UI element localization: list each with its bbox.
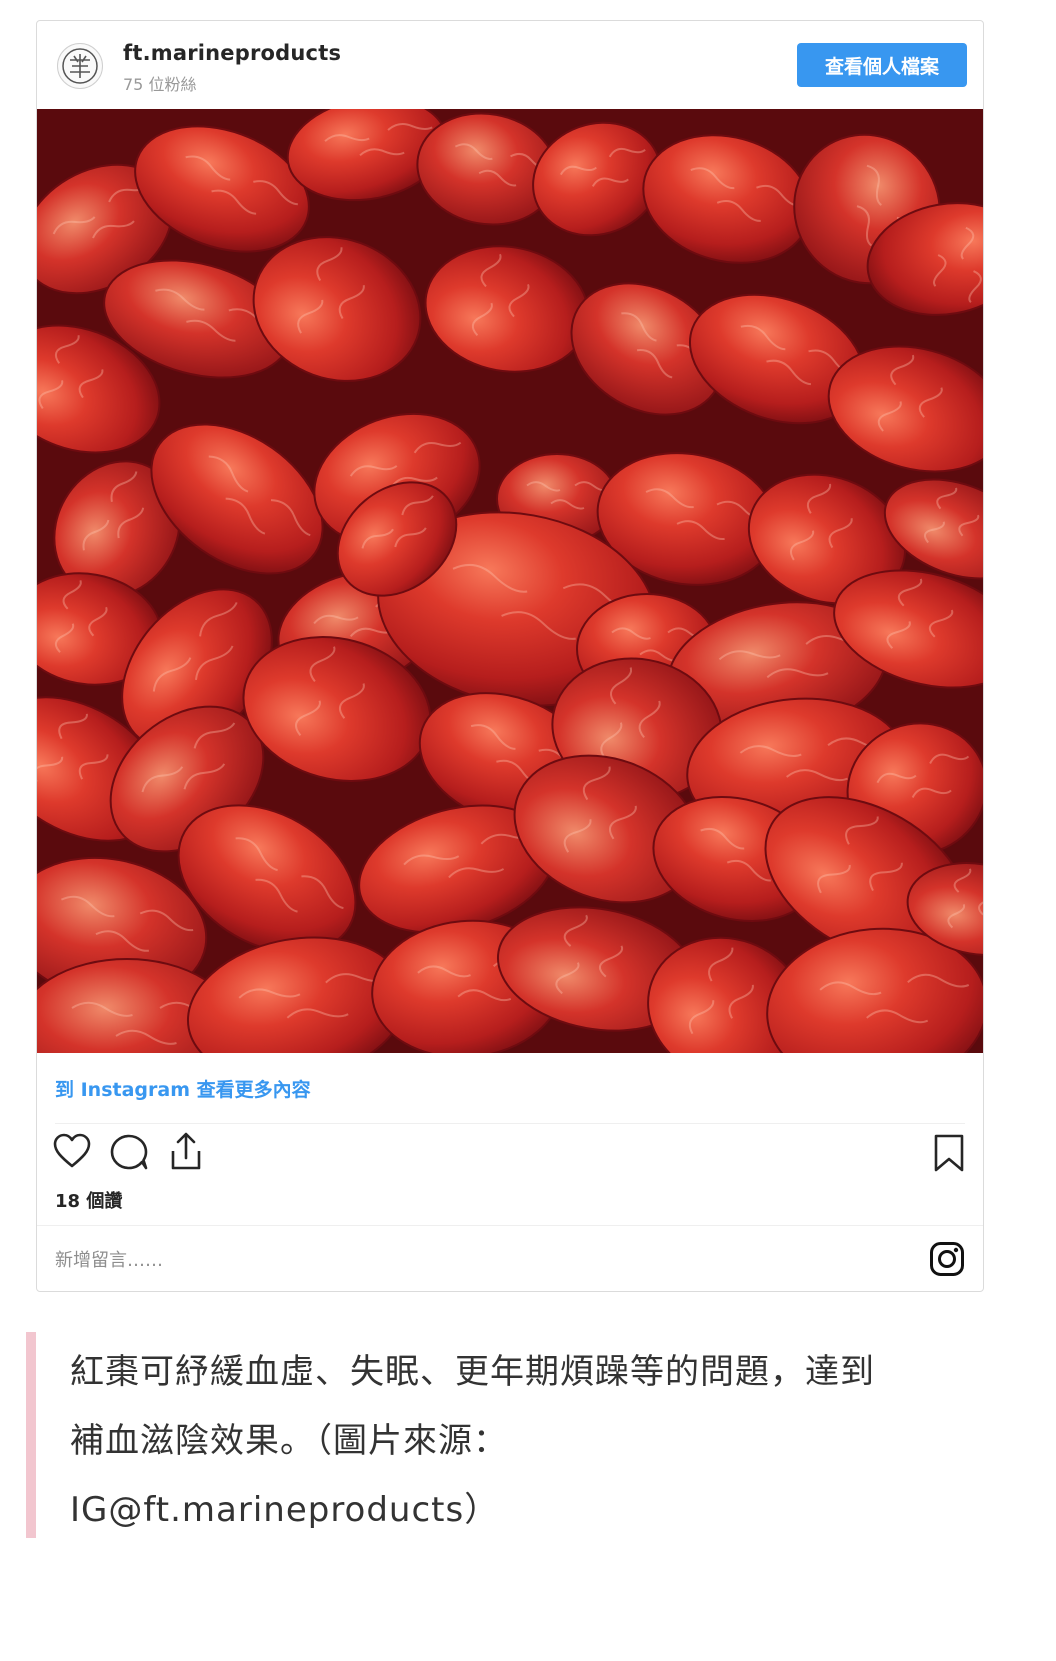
post-photo-image [37,109,983,1053]
caption-line: 紅棗可紓緩血虛、失眠、更年期煩躁等的問題，達到 [70,1352,875,1392]
divider [55,1123,965,1124]
profile-avatar[interactable] [57,43,103,89]
caption-line: IG@ft.marineproducts） [70,1490,500,1530]
share-icon[interactable] [167,1131,205,1171]
heart-icon[interactable] [53,1133,91,1169]
like-count[interactable]: 18 個讚 [55,1187,122,1213]
instagram-logo-icon[interactable] [929,1241,965,1277]
follower-count: 75 位粉絲 [123,75,197,94]
add-comment-input[interactable] [55,1243,875,1277]
instagram-embed-card: ft.marineproducts 75 位粉絲 查看個人檔案 到 Instag… [36,20,984,1292]
view-more-on-instagram-link[interactable]: 到 Instagram 查看更多內容 [55,1075,311,1102]
comment-icon[interactable] [109,1133,149,1171]
profile-username[interactable]: ft.marineproducts [123,41,341,65]
view-profile-button[interactable]: 查看個人檔案 [797,43,967,87]
article-caption: 紅棗可紓緩血虛、失眠、更年期煩躁等的問題，達到 補血滋陰效果。（圖片來源： IG… [26,1332,976,1538]
caption-line: 補血滋陰效果。（圖片來源： [70,1421,508,1461]
bookmark-icon[interactable] [933,1133,965,1173]
embed-header: ft.marineproducts 75 位粉絲 查看個人檔案 [37,21,983,109]
divider [37,1225,983,1226]
post-photo[interactable] [37,109,983,1053]
